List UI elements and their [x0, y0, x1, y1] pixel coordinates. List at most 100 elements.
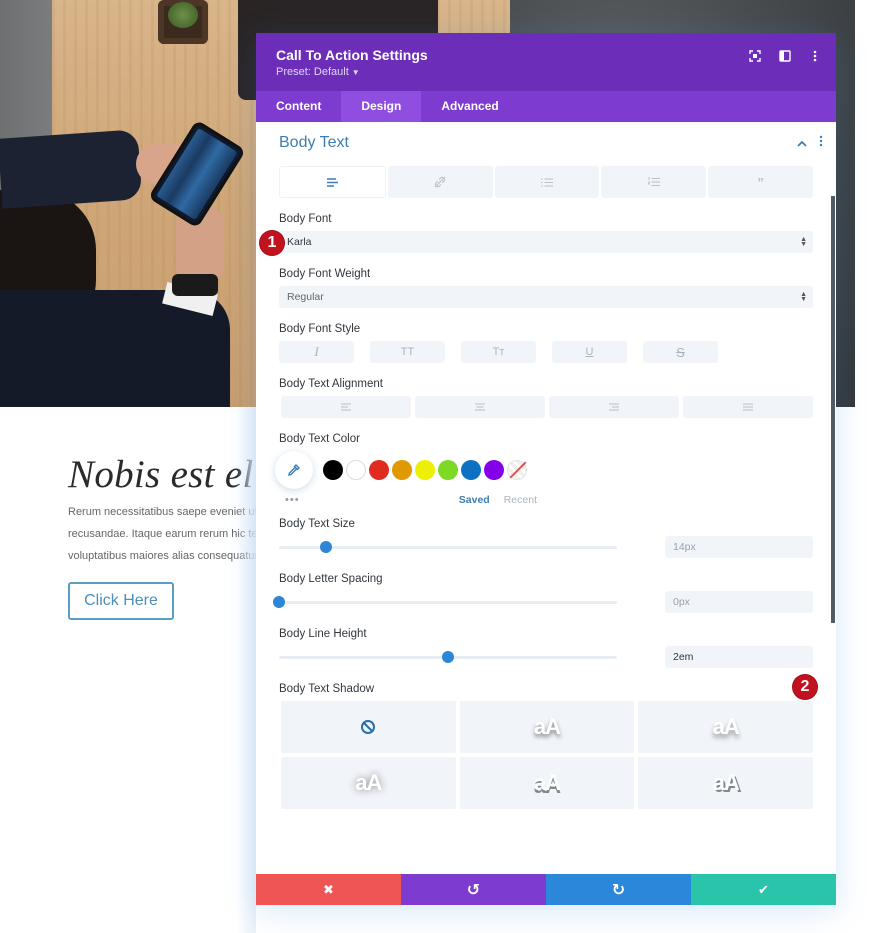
- swatch-white[interactable]: [346, 460, 366, 480]
- swatch-red[interactable]: [369, 460, 389, 480]
- preset-dropdown[interactable]: Preset: Default ▼: [276, 66, 816, 78]
- no-shadow-icon: [361, 720, 376, 734]
- strikethrough-button[interactable]: S: [643, 341, 718, 363]
- paragraph-icon: [326, 177, 338, 187]
- swatch-green[interactable]: [438, 460, 458, 480]
- section-tools: [797, 134, 823, 152]
- body-line-height-label: Body Line Height: [279, 628, 367, 640]
- scrollbar[interactable]: [831, 196, 835, 623]
- body-text-size-label: Body Text Size: [279, 518, 355, 530]
- capitalize-icon: Tт: [492, 346, 505, 358]
- preset-label: Preset: Default: [276, 66, 349, 78]
- capitalize-button[interactable]: Tт: [461, 341, 536, 363]
- save-button[interactable]: ✔: [691, 874, 836, 905]
- tab-content[interactable]: Content: [256, 91, 341, 122]
- cancel-button[interactable]: ✖: [256, 874, 401, 905]
- italic-icon: I: [314, 344, 319, 359]
- uppercase-button[interactable]: TT: [370, 341, 445, 363]
- body-text-color-label: Body Text Color: [279, 433, 360, 445]
- redo-button[interactable]: ↻: [546, 874, 691, 905]
- body-line-height-input[interactable]: 2em: [665, 646, 813, 668]
- recent-colors-tab[interactable]: Recent: [504, 494, 537, 506]
- text-type-tabs: ”: [279, 166, 813, 198]
- more-icon[interactable]: [819, 134, 823, 152]
- align-center-button[interactable]: [415, 396, 545, 418]
- tab-advanced[interactable]: Advanced: [421, 91, 518, 122]
- swatch-orange[interactable]: [392, 460, 412, 480]
- subtab-link[interactable]: [387, 166, 493, 198]
- align-right-button[interactable]: [549, 396, 679, 418]
- undo-button[interactable]: ↺: [401, 874, 546, 905]
- section-header[interactable]: Body Text: [279, 122, 823, 164]
- undo-icon: ↺: [466, 881, 481, 899]
- modal-title: Call To Action Settings: [276, 47, 428, 63]
- shadow-preset-none[interactable]: [281, 701, 456, 753]
- quote-icon: ”: [757, 174, 764, 190]
- cta-body-line: recusandae. Itaque earum rerum hic tenet…: [68, 528, 258, 540]
- link-icon: [434, 176, 446, 188]
- text-shadow-presets: aA aA aA aA aA: [279, 701, 813, 809]
- header-icons: [748, 49, 822, 63]
- chevron-up-icon[interactable]: [797, 134, 807, 152]
- subtab-unordered-list[interactable]: [494, 166, 600, 198]
- modal-footer: ✖ ↺ ↻ ✔: [256, 874, 836, 905]
- subtab-quote[interactable]: ”: [708, 166, 813, 198]
- slider-thumb[interactable]: [442, 650, 454, 663]
- sleeve: [0, 129, 143, 209]
- cta-body-line: Rerum necessitatibus saepe eveniet ut: [68, 506, 258, 518]
- more-icon[interactable]: [808, 49, 822, 63]
- body-font-weight-value: Regular: [287, 291, 324, 303]
- sidebar-icon[interactable]: [778, 49, 792, 63]
- section-title: Body Text: [279, 134, 349, 151]
- color-picker-button[interactable]: [275, 451, 313, 489]
- subtab-ordered-list[interactable]: [601, 166, 707, 198]
- body-text-size-slider[interactable]: [279, 540, 617, 553]
- swatch-none[interactable]: [507, 460, 527, 480]
- align-left-button[interactable]: [281, 396, 411, 418]
- shadow-sample: aA: [712, 770, 740, 795]
- screen: Nobis est eligendi Rerum necessitatibus …: [0, 0, 880, 933]
- tab-design[interactable]: Design: [341, 91, 422, 122]
- color-footer: ••• Saved Recent: [279, 494, 813, 506]
- swatch-purple[interactable]: [484, 460, 504, 480]
- modal-shadow: [236, 407, 256, 933]
- body-font-select[interactable]: Karla ▲ ▼: [279, 231, 813, 253]
- underline-button[interactable]: U: [552, 341, 627, 363]
- strikethrough-icon: S: [676, 344, 685, 360]
- shadow-preset-5[interactable]: aA: [638, 757, 813, 809]
- modal-header: Call To Action Settings Preset: Default …: [256, 33, 836, 91]
- italic-button[interactable]: I: [279, 341, 354, 363]
- body-letter-spacing-label: Body Letter Spacing: [279, 573, 383, 585]
- swatch-yellow[interactable]: [415, 460, 435, 480]
- shadow-sample: aA: [533, 714, 561, 739]
- saved-colors-tab[interactable]: Saved: [459, 494, 490, 506]
- align-justify-icon: [743, 403, 753, 411]
- shadow-preset-2[interactable]: aA: [638, 701, 813, 753]
- subtab-paragraph[interactable]: [279, 166, 386, 198]
- body-letter-spacing-input[interactable]: 0px: [665, 591, 813, 613]
- ordered-list-icon: [647, 177, 660, 186]
- body-text-size-input[interactable]: 14px: [665, 536, 813, 558]
- slider-thumb[interactable]: [320, 540, 333, 553]
- body-text-alignment-label: Body Text Alignment: [279, 378, 383, 390]
- body-line-height-slider[interactable]: [279, 650, 617, 663]
- slider-thumb[interactable]: [273, 595, 285, 608]
- shadow-preset-3[interactable]: aA: [281, 757, 456, 809]
- body-font-label: Body Font: [279, 213, 332, 225]
- more-colors-icon[interactable]: •••: [285, 494, 300, 506]
- align-justify-button[interactable]: [683, 396, 813, 418]
- modal-tabs: Content Design Advanced: [256, 91, 836, 122]
- body-text-shadow-label: Body Text Shadow: [279, 683, 375, 695]
- swatch-blue[interactable]: [461, 460, 481, 480]
- cta-body-line: voluptatibus maiores alias consequatur: [68, 550, 258, 562]
- shadow-preset-1[interactable]: aA: [459, 701, 635, 753]
- body-letter-spacing-slider[interactable]: [273, 595, 617, 608]
- shadow-preset-4[interactable]: aA: [459, 757, 635, 809]
- align-right-icon: [609, 403, 619, 411]
- body-font-weight-select[interactable]: Regular ▲ ▼: [279, 286, 813, 308]
- text-alignment-buttons: [279, 396, 813, 418]
- fullscreen-icon[interactable]: [748, 49, 762, 63]
- cta-button[interactable]: Click Here: [68, 582, 174, 620]
- body-letter-spacing-control: 0px: [273, 591, 813, 613]
- swatch-black[interactable]: [323, 460, 343, 480]
